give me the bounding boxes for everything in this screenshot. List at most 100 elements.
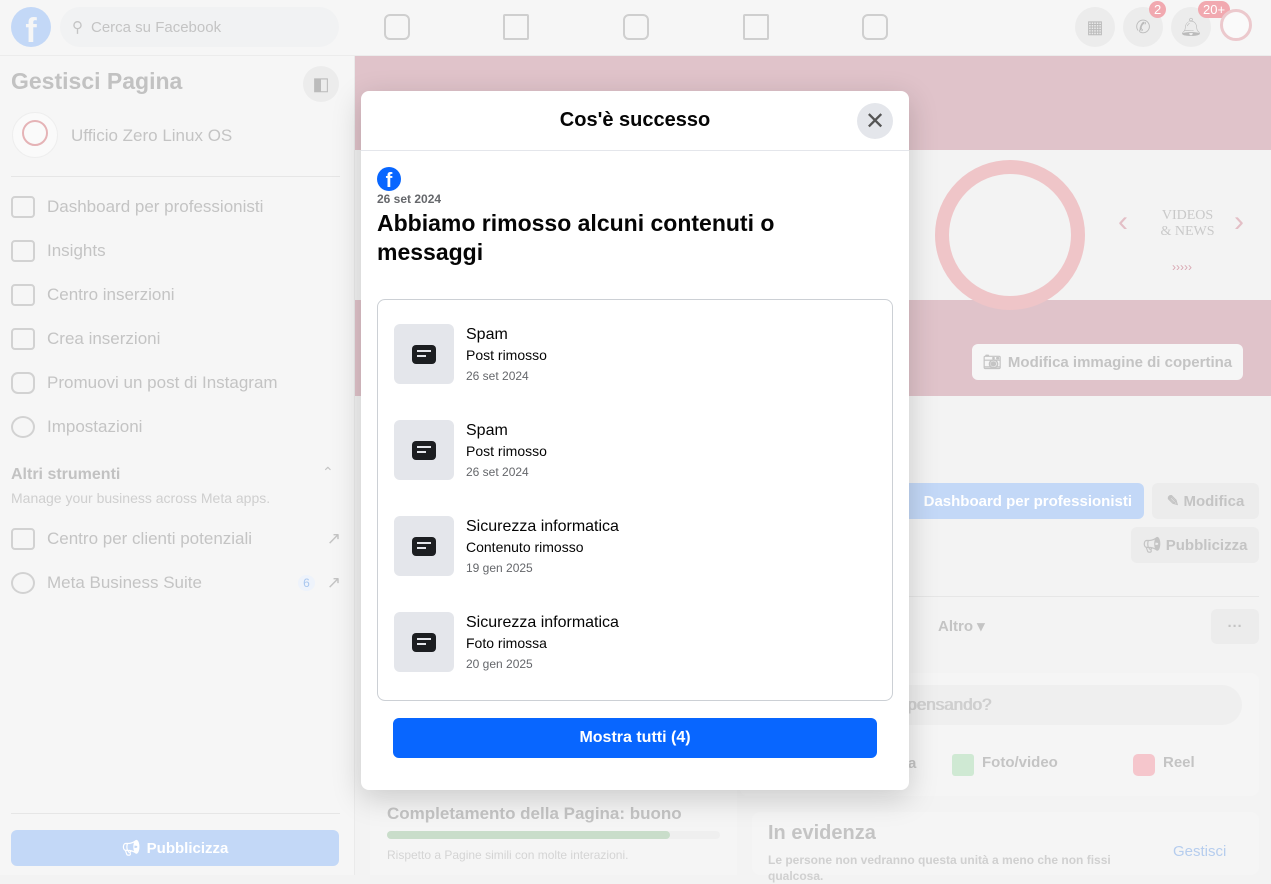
removed-content-list: Spam Post rimosso 26 set 2024 Spam Post rim… bbox=[377, 299, 893, 701]
divider bbox=[909, 596, 1259, 597]
list-item[interactable]: Spam Post rimosso 26 set 2024 bbox=[394, 324, 547, 384]
tab-more[interactable]: Altro ▾ bbox=[938, 617, 985, 635]
facebook-logo-icon[interactable]: f bbox=[11, 7, 51, 47]
item-title: Sicurezza informatica bbox=[466, 518, 619, 535]
promote-page-button[interactable]: 📢︎ Pubblicizza bbox=[1131, 527, 1259, 563]
dashboard-button[interactable]: Dashboard per professionisti bbox=[895, 483, 1144, 519]
sidebar-item-meta-business-suite[interactable]: Meta Business Suite 6 ↗ bbox=[11, 572, 341, 594]
tools-title: Altri strumenti bbox=[11, 466, 121, 483]
manage-link[interactable]: Gestisci bbox=[1173, 843, 1226, 860]
completion-subtitle: Rispetto a Pagine simili con molte inter… bbox=[387, 848, 629, 862]
photo-video-button[interactable]: Foto/video bbox=[952, 754, 1058, 776]
item-title: Spam bbox=[466, 422, 508, 439]
search-icon: ⚲ bbox=[72, 19, 83, 36]
instagram-icon bbox=[11, 372, 35, 394]
item-title: Spam bbox=[466, 326, 508, 343]
item-status: Post rimosso bbox=[466, 347, 547, 363]
sidebar-item-insights[interactable]: Insights bbox=[11, 240, 341, 262]
external-link-icon: ↗ bbox=[326, 573, 341, 592]
flag-icon[interactable] bbox=[503, 14, 529, 40]
chevron-right-icon: › bbox=[1234, 205, 1244, 238]
list-item[interactable]: Sicurezza informatica Foto rimossa 20 gen … bbox=[394, 612, 619, 672]
facebook-icon: f bbox=[377, 167, 401, 191]
featured-title: In evidenza bbox=[768, 822, 876, 844]
post-icon bbox=[412, 632, 436, 652]
more-options-button[interactable]: ··· bbox=[1211, 609, 1259, 644]
dialog-header: Cos'è successo bbox=[361, 91, 909, 151]
pencil-icon: ✎ bbox=[1166, 493, 1184, 510]
page-avatar[interactable] bbox=[12, 112, 58, 158]
completion-progress bbox=[387, 831, 720, 839]
reel-button[interactable]: Reel bbox=[1133, 754, 1195, 776]
edit-cover-button[interactable]: 📷︎ Modifica immagine di copertina bbox=[972, 344, 1243, 380]
search-input[interactable]: ⚲ Cerca su Facebook bbox=[60, 7, 339, 47]
sidebar-item-ads-center[interactable]: Centro inserzioni bbox=[11, 284, 341, 306]
megaphone-icon[interactable] bbox=[743, 14, 769, 40]
item-status: Post rimosso bbox=[466, 443, 547, 459]
item-date: 26 set 2024 bbox=[466, 465, 529, 479]
item-date: 26 set 2024 bbox=[466, 369, 529, 383]
close-icon: ✕ bbox=[864, 107, 886, 135]
page-name[interactable]: Ufficio Zero Linux OS bbox=[71, 126, 232, 146]
megaphone-icon: 📢︎ bbox=[121, 840, 141, 857]
item-date: 19 gen 2025 bbox=[466, 561, 533, 575]
item-title: Sicurezza informatica bbox=[466, 614, 619, 631]
post-icon bbox=[412, 344, 436, 364]
camera-icon: 📷︎ bbox=[982, 354, 1002, 371]
count-badge: 6 bbox=[298, 575, 315, 591]
external-link-icon: ↗ bbox=[326, 529, 341, 548]
chevron-left-icon: ‹ bbox=[1118, 205, 1128, 238]
progress-fill bbox=[387, 831, 671, 839]
menu-grid-icon[interactable]: ▦ bbox=[1075, 7, 1115, 47]
close-button[interactable]: ✕ bbox=[857, 103, 893, 139]
home-icon[interactable] bbox=[384, 14, 410, 40]
sidebar-item-instagram[interactable]: Promuovi un post di Instagram bbox=[11, 372, 341, 394]
video-icon[interactable] bbox=[862, 14, 888, 40]
meta-business-icon bbox=[11, 572, 35, 594]
item-date: 20 gen 2025 bbox=[466, 657, 533, 671]
contact-card-icon bbox=[11, 528, 35, 550]
sidebar-item-leads-center[interactable]: Centro per clienti potenziali ↗ bbox=[11, 528, 341, 550]
post-thumbnail bbox=[394, 612, 454, 672]
edit-button[interactable]: ✎ Modifica bbox=[1152, 483, 1259, 519]
dialog-title: Cos'è successo bbox=[559, 109, 711, 131]
live-video-label[interactable]: a bbox=[908, 755, 916, 772]
sidebar-title: Gestisci Pagina bbox=[11, 68, 183, 94]
sidebar-item-create-ads[interactable]: Crea inserzioni bbox=[11, 328, 341, 350]
list-item[interactable]: Spam Post rimosso 26 set 2024 bbox=[394, 420, 547, 480]
banner-text: VIDEOS & NEWS bbox=[1160, 208, 1215, 239]
post-icon bbox=[412, 536, 436, 556]
notice-date: 26 set 2024 bbox=[377, 192, 442, 206]
promote-button[interactable]: 📢︎ Pubblicizza bbox=[11, 830, 339, 866]
dashboard-icon bbox=[11, 196, 35, 218]
reel-icon bbox=[1133, 754, 1155, 776]
divider bbox=[11, 176, 340, 177]
what-happened-dialog: Cos'è successo ✕ f 26 set 2024 Abbiamo r… bbox=[361, 91, 909, 790]
gear-icon bbox=[11, 416, 35, 438]
item-status: Foto rimossa bbox=[466, 635, 547, 651]
sidebar-item-settings[interactable]: Impostazioni bbox=[11, 416, 341, 438]
insights-icon bbox=[11, 240, 35, 262]
item-status: Contenuto rimosso bbox=[466, 539, 584, 555]
insights-icon[interactable] bbox=[623, 14, 649, 40]
sidebar-item-dashboard[interactable]: Dashboard per professionisti bbox=[11, 196, 341, 218]
banner-chevrons: ››››› bbox=[1172, 260, 1192, 274]
account-avatar[interactable] bbox=[1220, 9, 1252, 41]
show-all-button[interactable]: Mostra tutti (4) bbox=[393, 718, 877, 758]
featured-subtitle: Le persone non vedranno questa unità a m… bbox=[768, 853, 1111, 883]
divider bbox=[11, 813, 340, 814]
post-thumbnail bbox=[394, 516, 454, 576]
collapse-sidebar-icon[interactable]: ◧ bbox=[303, 66, 339, 102]
post-thumbnail bbox=[394, 420, 454, 480]
post-thumbnail bbox=[394, 324, 454, 384]
completion-title: Completamento della Pagina: buono bbox=[387, 804, 682, 823]
megaphone-icon: 📢︎ bbox=[1142, 537, 1166, 554]
chevron-up-icon[interactable]: ⌃ bbox=[322, 464, 334, 481]
tools-subtitle: Manage your business across Meta apps. bbox=[11, 490, 271, 506]
notice-heading: Abbiamo rimosso alcuni contenuti o messa… bbox=[377, 210, 775, 265]
logo-ring bbox=[935, 160, 1085, 310]
list-item[interactable]: Sicurezza informatica Contenuto rimosso 19… bbox=[394, 516, 619, 576]
photo-icon bbox=[952, 754, 974, 776]
pencil-icon bbox=[11, 328, 35, 350]
megaphone-icon bbox=[11, 284, 35, 306]
